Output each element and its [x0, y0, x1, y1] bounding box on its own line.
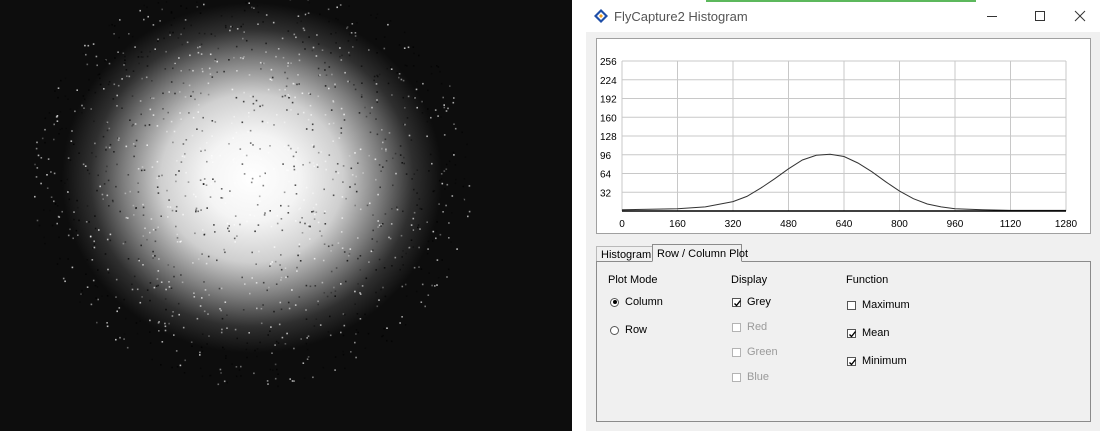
- x-tick-label: 640: [836, 219, 853, 230]
- y-tick-label: 32: [600, 188, 612, 199]
- checkbox-checked-icon: [847, 328, 857, 338]
- red-checkbox: Red: [732, 321, 767, 333]
- minimize-button[interactable]: [972, 4, 1012, 28]
- flycapture-app-icon: [594, 9, 608, 23]
- maximize-icon: [1035, 11, 1045, 21]
- y-tick-label: 256: [600, 57, 617, 68]
- histogram-window: FlyCapture2 Histogram 32 64 96 128 160 192 224…: [586, 0, 1100, 431]
- red-label: Red: [747, 321, 768, 333]
- close-icon: [1074, 10, 1086, 22]
- radio-icon: [610, 297, 619, 307]
- x-tick-label: 160: [669, 219, 686, 230]
- chart-svg: 32 64 96 128 160 192 224 256 0 160 320 480 640 800 960…: [600, 57, 1078, 230]
- grey-checkbox[interactable]: Grey: [732, 296, 771, 308]
- y-tick-label: 96: [600, 151, 612, 162]
- y-tick-label: 224: [600, 76, 617, 87]
- mean-label: Mean: [862, 327, 890, 339]
- checkbox-icon: [847, 300, 856, 310]
- minimum-checkbox[interactable]: Minimum: [847, 355, 907, 367]
- row-label: Row: [625, 324, 648, 336]
- row-column-plot-panel: Plot Mode Column Row Display Grey Red Gr…: [596, 261, 1091, 422]
- green-checkbox: Green: [732, 346, 778, 358]
- title-bar[interactable]: FlyCapture2 Histogram: [586, 0, 1100, 32]
- background-window-edge: [706, 0, 976, 2]
- close-button[interactable]: [1060, 4, 1100, 28]
- minimize-icon: [987, 16, 997, 17]
- checkbox-icon: [732, 372, 741, 382]
- y-tick-label: 128: [600, 132, 617, 143]
- x-tick-label: 1120: [1000, 219, 1022, 230]
- blue-label: Blue: [747, 371, 770, 383]
- display-header: Display: [731, 274, 768, 286]
- column-label: Column: [625, 296, 663, 308]
- window-title: FlyCapture2 Histogram: [614, 9, 748, 24]
- x-tick-label: 960: [947, 219, 964, 230]
- camera-image: [0, 0, 572, 431]
- x-tick-label: 800: [891, 219, 908, 230]
- x-tick-label: 320: [725, 219, 742, 230]
- blue-checkbox: Blue: [732, 371, 769, 383]
- tab-row-column-plot[interactable]: Row / Column Plot: [652, 244, 748, 262]
- checkbox-icon: [732, 347, 741, 357]
- y-tick-label: 192: [600, 95, 617, 106]
- y-tick-label: 160: [600, 113, 617, 124]
- grey-label: Grey: [747, 296, 771, 308]
- x-tick-label: 480: [780, 219, 797, 230]
- row-radio[interactable]: Row: [610, 324, 647, 336]
- minimum-label: Minimum: [862, 355, 907, 367]
- maximum-checkbox[interactable]: Maximum: [847, 299, 910, 311]
- speckle-texture: [34, 0, 471, 388]
- checkbox-checked-icon: [847, 356, 857, 366]
- function-header: Function: [846, 274, 889, 286]
- x-tick-label: 0: [619, 219, 625, 230]
- mean-checkbox[interactable]: Mean: [847, 327, 890, 339]
- x-tick-label: 1280: [1055, 219, 1078, 230]
- maximize-button[interactable]: [1020, 4, 1060, 28]
- checkbox-icon: [732, 322, 741, 332]
- green-label: Green: [747, 346, 778, 358]
- radio-icon: [610, 325, 619, 335]
- maximum-label: Maximum: [862, 299, 910, 311]
- y-tick-label: 64: [600, 170, 612, 181]
- plot-mode-header: Plot Mode: [608, 274, 658, 286]
- histogram-chart: 32 64 96 128 160 192 224 256 0 160 320 480 640 800 960…: [596, 38, 1091, 234]
- checkbox-checked-icon: [732, 297, 742, 307]
- column-radio[interactable]: Column: [610, 296, 663, 308]
